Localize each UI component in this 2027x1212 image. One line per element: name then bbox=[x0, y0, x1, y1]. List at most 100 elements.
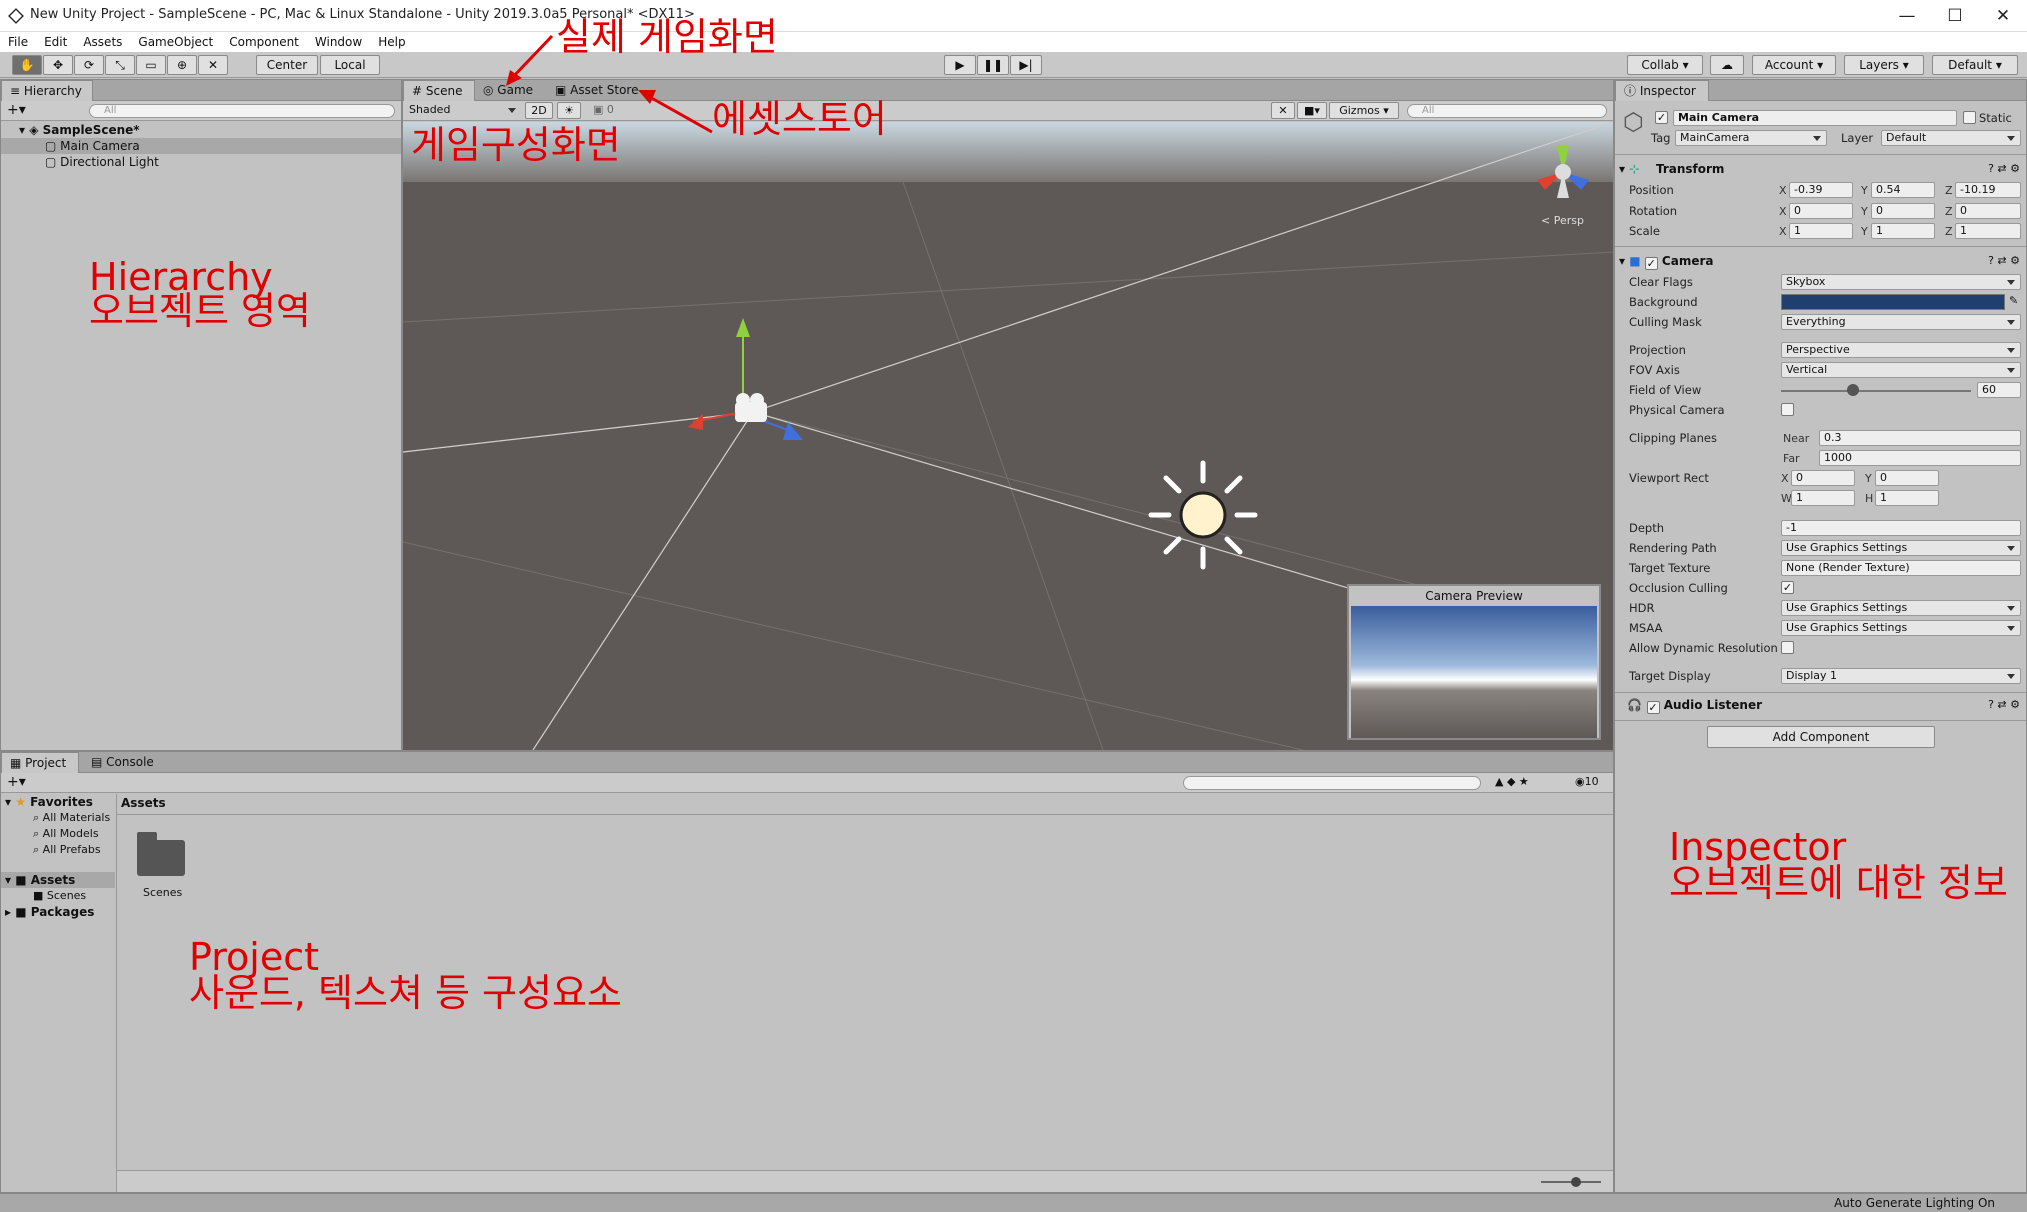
breadcrumb[interactable]: Assets bbox=[121, 796, 166, 810]
camera-header[interactable]: ▾ ■ ✓ Camera? ⇄ ⚙ bbox=[1619, 254, 2024, 274]
hidden-count[interactable]: ◉10 bbox=[1575, 775, 1599, 788]
tab-project[interactable]: ▦ Project bbox=[1, 752, 79, 773]
fav-all-prefabs[interactable]: ⌕ All Prefabs bbox=[33, 842, 101, 858]
scl-x-field[interactable]: 1 bbox=[1789, 223, 1853, 239]
persp-label[interactable]: < Persp bbox=[1541, 214, 1584, 227]
step-icon[interactable]: ▶| bbox=[1010, 55, 1042, 75]
slider-knob[interactable] bbox=[1571, 1177, 1581, 1187]
hierarchy-item-main-camera[interactable]: ▢ Main Camera bbox=[1, 138, 401, 154]
hierarchy-item-directional-light[interactable]: ▢ Directional Light bbox=[45, 154, 385, 170]
hierarchy-search-input[interactable]: All bbox=[89, 104, 395, 118]
pos-z-field[interactable]: -10.19 bbox=[1955, 182, 2021, 198]
scene-root-item[interactable]: ▾ ◈ SampleScene* bbox=[19, 122, 399, 138]
vp-x-field[interactable]: 0 bbox=[1791, 470, 1855, 486]
scene-search-input[interactable]: All bbox=[1407, 104, 1607, 118]
gizmos-dropdown[interactable]: Gizmos ▾ bbox=[1329, 102, 1399, 119]
scene-view[interactable]: < Persp Camera Preview bbox=[403, 122, 1613, 750]
custom-tool-icon[interactable]: ✕ bbox=[198, 55, 228, 75]
menu-window[interactable]: Window bbox=[307, 32, 370, 52]
rot-z-field[interactable]: 0 bbox=[1955, 203, 2021, 219]
component-menu-icon[interactable]: ? ⇄ ⚙ bbox=[1988, 162, 2020, 175]
vp-y-field[interactable]: 0 bbox=[1875, 470, 1939, 486]
rot-x-field[interactable]: 0 bbox=[1789, 203, 1853, 219]
account-dropdown[interactable]: Account ▾ bbox=[1752, 55, 1836, 75]
rotate-tool-icon[interactable]: ⟳ bbox=[74, 55, 104, 75]
tab-inspector[interactable]: ⓘ Inspector bbox=[1615, 80, 1709, 101]
add-component-button[interactable]: Add Component bbox=[1707, 726, 1935, 748]
collab-button[interactable]: Collab ▾ bbox=[1627, 55, 1703, 75]
layout-dropdown[interactable]: Default ▾ bbox=[1932, 55, 2018, 75]
add-asset-icon[interactable]: +▾ bbox=[7, 774, 26, 790]
scenes-tree-item[interactable]: ■ Scenes bbox=[33, 888, 86, 904]
scl-z-field[interactable]: 1 bbox=[1955, 223, 2021, 239]
object-name-field[interactable]: Main Camera bbox=[1673, 110, 1957, 126]
camera-enabled-checkbox[interactable]: ✓ bbox=[1644, 257, 1658, 270]
fov-slider-track[interactable] bbox=[1781, 390, 1971, 392]
add-icon[interactable]: +▾ bbox=[7, 102, 26, 118]
depth-field[interactable]: -1 bbox=[1781, 520, 2021, 536]
favorites-item[interactable]: ▾ ★ Favorites bbox=[5, 794, 93, 810]
tag-dropdown[interactable]: MainCamera bbox=[1675, 130, 1827, 146]
menu-assets[interactable]: Assets bbox=[75, 32, 130, 52]
folder-label[interactable]: Scenes bbox=[143, 886, 182, 899]
occlusion-checkbox[interactable]: ✓ bbox=[1781, 581, 1794, 594]
folder-icon[interactable] bbox=[137, 832, 189, 876]
project-search-input[interactable] bbox=[1183, 776, 1481, 790]
transform-tool-icon[interactable]: ⊕ bbox=[167, 55, 197, 75]
fov-field[interactable]: 60 bbox=[1977, 382, 2021, 398]
target-texture-field[interactable]: None (Render Texture) bbox=[1781, 560, 2021, 576]
fov-slider-knob[interactable] bbox=[1847, 384, 1860, 396]
maximize-button[interactable]: ☐ bbox=[1940, 4, 1970, 28]
pos-y-field[interactable]: 0.54 bbox=[1871, 182, 1935, 198]
rect-tool-icon[interactable]: ▭ bbox=[136, 55, 166, 75]
clear-flags-dropdown[interactable]: Skybox bbox=[1781, 274, 2021, 290]
camera-menu-icon[interactable]: ? ⇄ ⚙ bbox=[1988, 254, 2020, 267]
msaa-dropdown[interactable]: Use Graphics Settings bbox=[1781, 620, 2021, 636]
tab-scene[interactable]: # Scene bbox=[403, 80, 475, 101]
transform-header[interactable]: ▾ ⊹ Transform? ⇄ ⚙ bbox=[1619, 162, 2024, 182]
menu-edit[interactable]: Edit bbox=[36, 32, 75, 52]
dynamic-resolution-checkbox[interactable] bbox=[1781, 641, 1794, 654]
projection-dropdown[interactable]: Perspective bbox=[1781, 342, 2021, 358]
menu-help[interactable]: Help bbox=[370, 32, 413, 52]
minimize-button[interactable]: — bbox=[1892, 4, 1922, 28]
vp-w-field[interactable]: 1 bbox=[1791, 490, 1855, 506]
physical-camera-checkbox[interactable] bbox=[1781, 403, 1794, 416]
tab-hierarchy[interactable]: ≡ Hierarchy bbox=[1, 80, 93, 101]
pause-icon[interactable]: ❚❚ bbox=[977, 55, 1009, 75]
hdr-dropdown[interactable]: Use Graphics Settings bbox=[1781, 600, 2021, 616]
pivot-local-button[interactable]: Local bbox=[320, 55, 380, 75]
camera-icon[interactable]: ■▾ bbox=[1297, 102, 1327, 119]
layers-dropdown[interactable]: Layers ▾ bbox=[1844, 55, 1924, 75]
tab-console[interactable]: ▤ Console bbox=[83, 752, 167, 773]
scale-tool-icon[interactable]: ⤡ bbox=[105, 55, 135, 75]
target-display-dropdown[interactable]: Display 1 bbox=[1781, 668, 2021, 684]
move-tool-icon[interactable]: ✥ bbox=[43, 55, 73, 75]
pivot-center-button[interactable]: Center bbox=[256, 55, 318, 75]
audio-enabled-checkbox[interactable]: ✓ bbox=[1646, 701, 1660, 714]
menu-component[interactable]: Component bbox=[221, 32, 307, 52]
menu-file[interactable]: File bbox=[0, 32, 36, 52]
scl-y-field[interactable]: 1 bbox=[1871, 223, 1935, 239]
object-active-checkbox[interactable]: ✓ bbox=[1655, 111, 1668, 124]
assets-tree-item[interactable]: ▾ ■ Assets bbox=[1, 872, 115, 888]
fov-axis-dropdown[interactable]: Vertical bbox=[1781, 362, 2021, 378]
pos-x-field[interactable]: -0.39 bbox=[1789, 182, 1853, 198]
cloud-icon[interactable]: ☁ bbox=[1710, 55, 1744, 75]
play-icon[interactable]: ▶ bbox=[944, 55, 976, 75]
near-field[interactable]: 0.3 bbox=[1819, 430, 2021, 446]
rot-y-field[interactable]: 0 bbox=[1871, 203, 1935, 219]
fav-all-models[interactable]: ⌕ All Models bbox=[33, 826, 99, 842]
fav-all-materials[interactable]: ⌕ All Materials bbox=[33, 810, 110, 826]
far-field[interactable]: 1000 bbox=[1819, 450, 2021, 466]
tools-icon[interactable]: ✕ bbox=[1271, 102, 1295, 119]
close-button[interactable]: ✕ bbox=[1988, 4, 2018, 28]
audio-listener-header[interactable]: 🎧 ✓ Audio Listener? ⇄ ⚙ bbox=[1619, 698, 2024, 718]
layer-dropdown[interactable]: Default bbox=[1881, 130, 2021, 146]
eyedropper-icon[interactable]: ✎ bbox=[2009, 294, 2018, 307]
filter-icons[interactable]: ▲ ◆ ★ bbox=[1495, 775, 1529, 788]
hand-tool-icon[interactable]: ✋ bbox=[12, 55, 42, 75]
packages-tree-item[interactable]: ▸ ■ Packages bbox=[5, 904, 94, 920]
menu-gameobject[interactable]: GameObject bbox=[130, 32, 221, 52]
audio-menu-icon[interactable]: ? ⇄ ⚙ bbox=[1988, 698, 2020, 711]
